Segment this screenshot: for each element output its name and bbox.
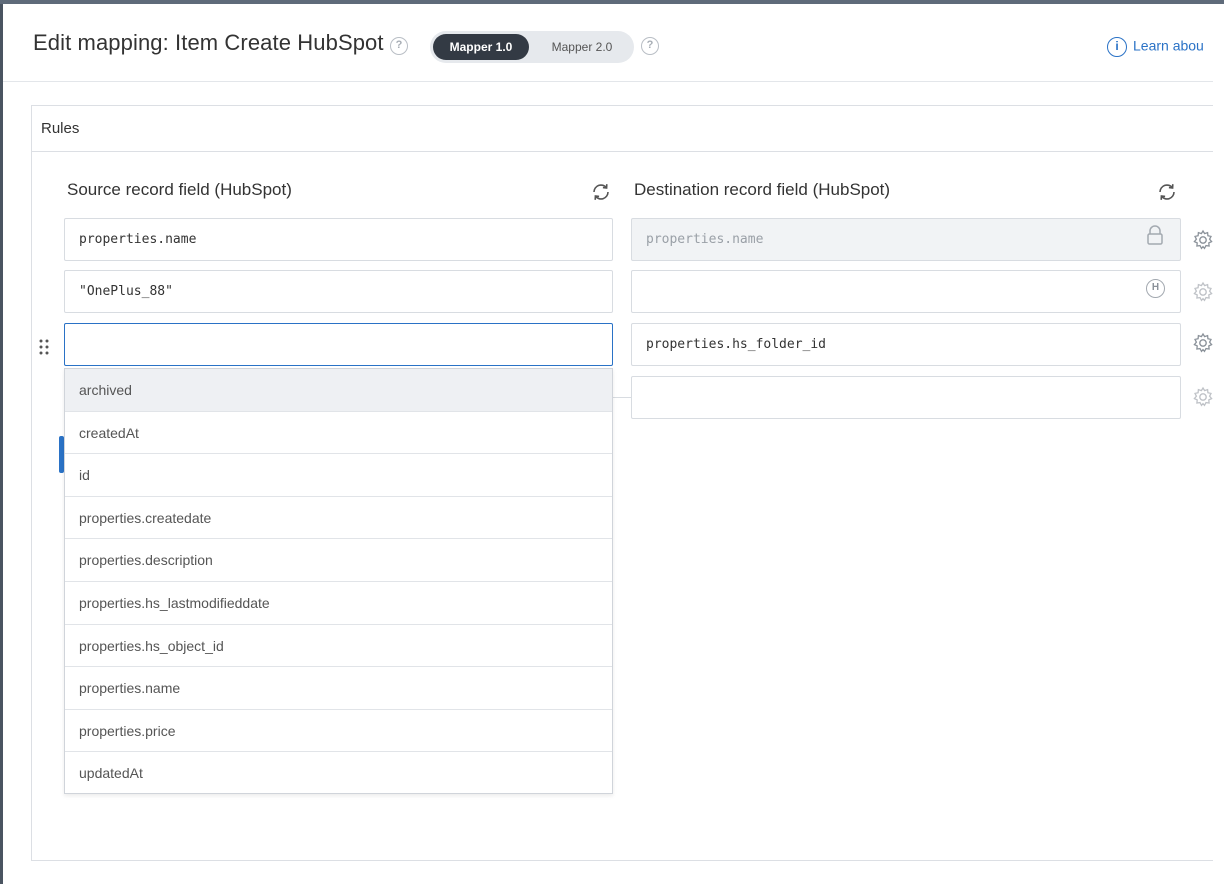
row-connector <box>613 397 631 398</box>
dropdown-option[interactable]: properties.name <box>65 667 612 710</box>
dropdown-option[interactable]: properties.createdate <box>65 497 612 540</box>
page-title: Edit mapping: Item Create HubSpot <box>33 30 384 55</box>
dropdown-option[interactable]: archived <box>65 369 612 412</box>
source-field-dropdown: archived createdAt id properties.created… <box>64 368 613 794</box>
toggle-help-icon[interactable]: ? <box>641 37 659 55</box>
hardcoded-h-icon[interactable]: H <box>1146 279 1165 298</box>
dropdown-option[interactable]: properties.hs_object_id <box>65 625 612 668</box>
source-field-row-1[interactable]: properties.name <box>64 218 613 261</box>
learn-link-label: Learn abou <box>1133 37 1204 54</box>
source-heading: Source record field (HubSpot) <box>67 180 292 199</box>
dropdown-option[interactable]: properties.description <box>65 539 612 582</box>
settings-gear-icon-row-3[interactable] <box>1192 332 1214 354</box>
learn-link[interactable]: i Learn abou <box>1107 37 1204 57</box>
drag-handle-icon[interactable] <box>39 339 49 355</box>
mapper-2-button[interactable]: Mapper 2.0 <box>534 34 630 60</box>
window-left-edge <box>0 4 3 884</box>
source-refresh-icon[interactable] <box>590 181 612 203</box>
mapper-1-button[interactable]: Mapper 1.0 <box>433 34 529 60</box>
mapping-header: Edit mapping: Item Create HubSpot ? Mapp… <box>3 4 1213 82</box>
dropdown-option[interactable]: createdAt <box>65 412 612 455</box>
lock-icon <box>1147 225 1163 245</box>
mapper-version-toggle[interactable]: Mapper 1.0 Mapper 2.0 <box>430 31 634 63</box>
right-edge <box>1213 4 1224 884</box>
destination-field-row-3[interactable]: properties.hs_folder_id <box>631 323 1181 366</box>
settings-gear-icon-row-2[interactable] <box>1192 281 1214 303</box>
destination-field-row-2[interactable] <box>631 270 1181 313</box>
dropdown-option[interactable]: id <box>65 454 612 497</box>
destination-field-row-1: properties.name <box>631 218 1181 261</box>
destination-field-row-4[interactable] <box>631 376 1181 419</box>
settings-gear-icon-row-1[interactable] <box>1192 229 1214 251</box>
settings-gear-icon-row-4[interactable] <box>1192 386 1214 408</box>
rules-panel-title: Rules <box>32 106 1213 152</box>
source-field-row-2[interactable]: "OnePlus_88" <box>64 270 613 313</box>
dropdown-option[interactable]: properties.price <box>65 710 612 753</box>
title-help-icon[interactable]: ? <box>390 37 408 55</box>
destination-refresh-icon[interactable] <box>1156 181 1178 203</box>
destination-heading: Destination record field (HubSpot) <box>634 180 891 199</box>
dropdown-option[interactable]: updatedAt <box>65 752 612 795</box>
source-field-row-3[interactable] <box>64 323 613 366</box>
dropdown-option[interactable]: properties.hs_lastmodifieddate <box>65 582 612 625</box>
info-icon: i <box>1107 37 1127 57</box>
